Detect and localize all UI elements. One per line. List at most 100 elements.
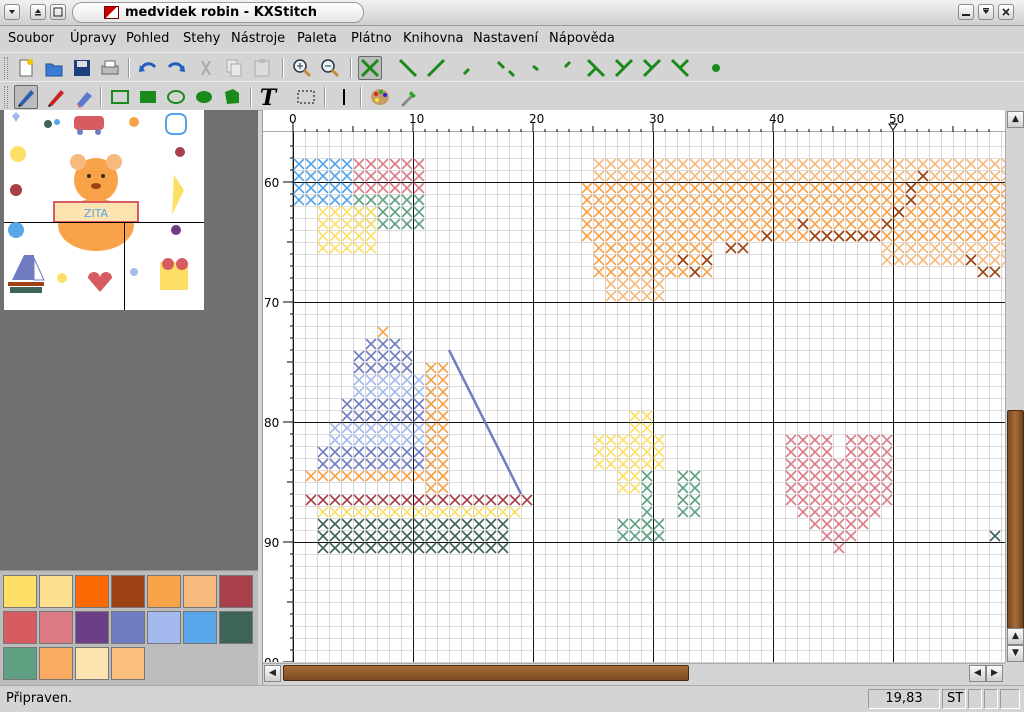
zoom-in-icon-button[interactable]	[290, 56, 314, 80]
half-stitch-tl-button[interactable]	[584, 56, 608, 80]
half-stitch-tr-button[interactable]	[612, 56, 636, 80]
cross-stitch	[845, 458, 857, 470]
cross-stitch	[377, 494, 389, 506]
cross-stitch	[977, 170, 989, 182]
menu-paleta[interactable]: Paleta	[297, 31, 337, 47]
rectangle-icon-button[interactable]	[108, 85, 132, 109]
scroll-up-button-bottom[interactable]: ▲	[1007, 628, 1024, 645]
copy-icon-button[interactable]	[222, 56, 246, 80]
cross-stitch	[953, 206, 965, 218]
cross-stitch	[641, 410, 653, 422]
menu-úpravy[interactable]: Úpravy	[70, 31, 116, 47]
cross-stitch	[881, 254, 893, 266]
ellipse-icon-button[interactable]	[164, 85, 188, 109]
close-button[interactable]	[998, 4, 1014, 20]
cut-icon-button[interactable]	[194, 56, 218, 80]
three-quarter-stitch-right-button[interactable]	[424, 56, 448, 80]
quarter-stitch-tr-button[interactable]	[524, 56, 548, 80]
scroll-right-button[interactable]: ▶	[986, 665, 1003, 682]
menu-nástroje[interactable]: Nástroje	[231, 31, 285, 47]
palette-swatch[interactable]	[111, 611, 145, 644]
menu-plátno[interactable]: Plátno	[351, 31, 392, 47]
polygon-icon-button[interactable]	[220, 85, 244, 109]
window-menu-button[interactable]	[4, 4, 20, 20]
scroll-down-button[interactable]: ▼	[1007, 645, 1024, 662]
palette-swatch[interactable]	[39, 611, 73, 644]
quarter-stitch-br-button[interactable]	[552, 56, 576, 80]
vertical-scroll-thumb[interactable]	[1007, 410, 1024, 630]
save-icon-button[interactable]	[70, 56, 94, 80]
cross-stitch	[833, 494, 845, 506]
restore-button[interactable]	[978, 4, 994, 20]
new-file-icon-button[interactable]	[14, 56, 38, 80]
cross-stitch	[653, 278, 665, 290]
palette-swatch[interactable]	[75, 575, 109, 608]
horizontal-scrollbar[interactable]: ◀ ◀ ▶	[263, 663, 1005, 682]
vertical-scrollbar[interactable]: ▲ ▲ ▼	[1005, 110, 1024, 663]
eraser-icon-button[interactable]	[72, 85, 96, 109]
paste-icon-button[interactable]	[250, 56, 274, 80]
select-icon-button[interactable]	[294, 85, 318, 109]
scroll-left-button[interactable]: ◀	[264, 665, 281, 682]
scroll-up-button[interactable]: ▲	[1007, 111, 1024, 128]
palette-swatch[interactable]	[39, 647, 73, 680]
stitch-canvas[interactable]	[293, 132, 1005, 662]
palette-swatch[interactable]	[3, 575, 37, 608]
print-icon-button[interactable]	[98, 56, 122, 80]
red-pencil-icon-button[interactable]	[44, 85, 68, 109]
palette-swatch[interactable]	[183, 575, 217, 608]
french-knot-button[interactable]	[704, 56, 728, 80]
filled-rectangle-icon-button[interactable]	[136, 85, 160, 109]
scroll-left-button-right[interactable]: ◀	[969, 665, 986, 682]
palette-swatch[interactable]	[183, 611, 217, 644]
toolbar-grip[interactable]	[4, 86, 8, 108]
open-file-icon-button[interactable]	[42, 56, 66, 80]
cross-stitch	[605, 266, 617, 278]
quarter-stitch-bl-button[interactable]	[458, 56, 482, 80]
palette-swatch[interactable]	[147, 575, 181, 608]
keep-above-button[interactable]	[50, 4, 66, 20]
color-picker-icon-button[interactable]	[396, 85, 420, 109]
minimize-button[interactable]	[958, 4, 974, 20]
menu-soubor[interactable]: Soubor	[8, 31, 54, 47]
cross-stitch	[701, 170, 713, 182]
palette-swatch[interactable]	[147, 611, 181, 644]
undo-icon-button[interactable]	[136, 56, 160, 80]
menu-nastavení[interactable]: Nastavení	[473, 31, 538, 47]
menu-knihovna[interactable]: Knihovna	[403, 31, 463, 47]
redo-icon-button[interactable]	[164, 56, 188, 80]
zoom-out-icon-button[interactable]	[318, 56, 342, 80]
palette-swatch[interactable]	[219, 575, 253, 608]
cross-stitch	[617, 446, 629, 458]
menu-nápověda[interactable]: Nápověda	[549, 31, 615, 47]
quarter-stitch-tl-button[interactable]	[494, 56, 518, 80]
toolbar-grip[interactable]	[4, 57, 8, 79]
palette-swatch[interactable]	[39, 575, 73, 608]
palette-swatch[interactable]	[3, 647, 37, 680]
horizontal-scroll-thumb[interactable]	[283, 665, 689, 681]
main-toolbar	[0, 52, 1024, 82]
cross-stitch	[605, 242, 617, 254]
palette-icon-button[interactable]	[368, 85, 392, 109]
text-tool-icon-button[interactable]: T	[256, 85, 280, 109]
pencil-icon-button[interactable]	[14, 85, 38, 109]
full-stitch-button[interactable]	[358, 56, 382, 80]
cross-stitch	[605, 206, 617, 218]
palette-swatch[interactable]	[75, 647, 109, 680]
half-stitch-bl-button[interactable]	[640, 56, 664, 80]
palette-swatch[interactable]	[111, 575, 145, 608]
menu-stehy[interactable]: Stehy	[183, 31, 220, 47]
menu-pohled[interactable]: Pohled	[126, 31, 169, 47]
filled-ellipse-icon-button[interactable]	[192, 85, 216, 109]
backstitch-icon-button[interactable]	[332, 85, 356, 109]
palette-swatch[interactable]	[219, 611, 253, 644]
shade-button[interactable]	[30, 4, 46, 20]
palette-swatch[interactable]	[111, 647, 145, 680]
undo-icon	[139, 62, 157, 72]
cross-stitch	[821, 170, 833, 182]
palette-swatch[interactable]	[75, 611, 109, 644]
palette-swatch[interactable]	[3, 611, 37, 644]
pattern-preview[interactable]: ZITA	[4, 110, 204, 310]
half-stitch-br-button[interactable]	[668, 56, 692, 80]
three-quarter-stitch-left-button[interactable]	[396, 56, 420, 80]
